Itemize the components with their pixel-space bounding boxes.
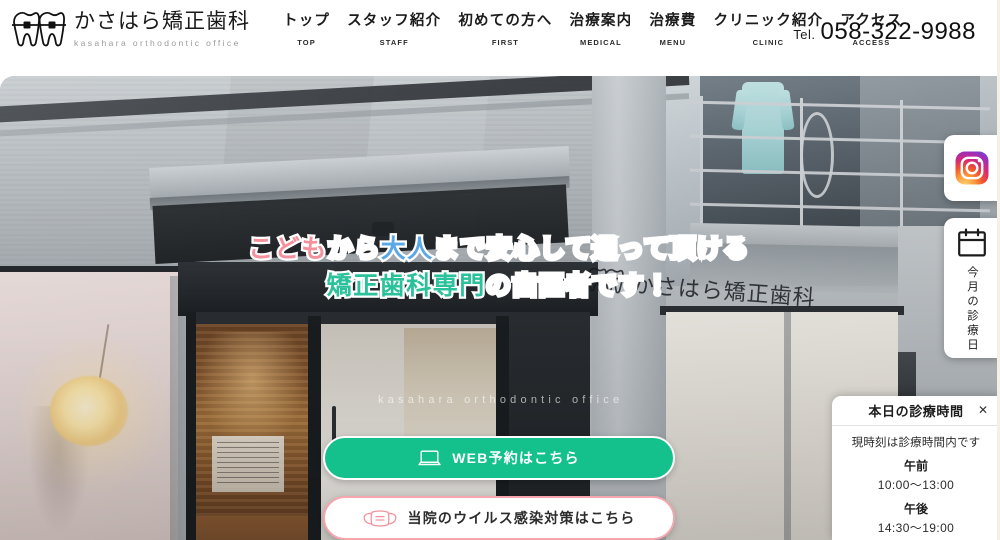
nav-item-medical[interactable]: 治療案内 MEDICAL [570, 12, 633, 47]
site-logo[interactable]: かさはら矯正歯科 kasahara orthodontic office [10, 8, 250, 52]
nav-label-en: MENU [659, 37, 687, 47]
logo-subtitle: kasahara orthodontic office [74, 38, 241, 49]
hero-photo-railing-post [700, 96, 703, 228]
nav-label-ja: スタッフ紹介 [347, 13, 442, 29]
headline-segment: の歯医者です！ [484, 270, 673, 303]
web-reservation-button[interactable]: WEB予約はこちら [323, 436, 675, 480]
nav-label-en: FIRST [491, 37, 519, 47]
today-hours-title: 本日の診療時間 [868, 404, 964, 419]
nav-label-en: CLINIC [752, 37, 785, 47]
instagram-icon [955, 151, 989, 185]
nav-item-staff[interactable]: スタッフ紹介 STAFF [347, 12, 441, 47]
today-hours-body: 現時刻は診療時間内です 午前 10:00〜13:00 午後 14:30〜19:0… [832, 426, 1000, 536]
hero-headline: こどもから大人まで安心して通って頂ける 矯正歯科専門の歯医者です！ [0, 231, 998, 305]
monthly-schedule-label: 今月の診療日 [966, 266, 978, 353]
glass-etched-caption: kasahara orthodontic office [378, 394, 624, 406]
phone-number[interactable]: Tel. 058-322-9988 [793, 18, 976, 46]
site-header: かさはら矯正歯科 kasahara orthodontic office トップ… [0, 0, 1000, 76]
web-reservation-label: WEB予約はこちら [452, 450, 580, 466]
nav-label-ja: トップ [283, 13, 331, 29]
headline-segment: こども [246, 233, 328, 266]
hero-photo-interior-glow [200, 332, 304, 452]
hero-headline-line-2: 矯正歯科専門の歯医者です！ [0, 268, 998, 305]
headline-segment: から [325, 233, 381, 266]
headline-segment: まで安心して通って頂ける [432, 233, 751, 266]
close-icon[interactable]: ✕ [978, 404, 988, 416]
nav-item-top[interactable]: トップ TOP [283, 12, 330, 47]
face-mask-icon [362, 509, 397, 528]
nav-item-menu[interactable]: 治療費 MENU [649, 12, 696, 47]
instagram-widget[interactable] [944, 135, 1000, 201]
laptop-icon [418, 450, 441, 467]
calendar-icon [958, 228, 986, 257]
nav-label-ja: 初めての方へ [458, 13, 553, 29]
two-teeth-braces-icon [12, 11, 66, 47]
nav-item-first[interactable]: 初めての方へ FIRST [458, 12, 552, 47]
page-root: かさはら矯正歯科 kasahara orthodontic office トップ… [0, 0, 1000, 540]
headline-segment: 矯正歯科専門 [324, 270, 486, 303]
nav-label-ja: 治療費 [649, 13, 697, 29]
logo-title: かさはら矯正歯科 [74, 10, 250, 33]
nav-label-en: TOP [297, 37, 316, 47]
today-hours-status: 現時刻は診療時間内です [851, 437, 981, 449]
hours-slot-afternoon-time: 14:30〜19:00 [877, 521, 955, 535]
phone-digits: 058-322-9988 [820, 18, 976, 45]
nav-label-en: STAFF [379, 37, 409, 47]
hours-slot-morning-label: 午前 [903, 459, 928, 473]
hero-headline-line-1: こどもから大人まで安心して通って頂ける [0, 231, 998, 268]
headline-segment: 大人 [378, 233, 434, 266]
monthly-schedule-widget[interactable]: 今月の診療日 [944, 218, 1000, 358]
nav-label-en: MEDICAL [579, 37, 622, 47]
virus-measures-label: 当院のウイルス感染対策はこちら [407, 510, 636, 526]
nav-label-ja: 治療案内 [569, 13, 633, 29]
hero-photo-hanging-laundry [742, 82, 784, 174]
hero-photo-railing-post [900, 100, 903, 236]
phone-label: Tel. [793, 27, 816, 42]
virus-measures-button[interactable]: 当院のウイルス感染対策はこちら [323, 496, 675, 540]
logo-text-block: かさはら矯正歯科 kasahara orthodontic office [74, 8, 250, 48]
hero-photo-ring-detail [800, 112, 834, 198]
today-hours-header: 本日の診療時間 ✕ [832, 396, 1000, 426]
hours-slot-morning-time: 10:00〜13:00 [877, 478, 955, 492]
hours-slot-afternoon-label: 午後 [903, 502, 928, 516]
today-hours-panel: 本日の診療時間 ✕ 現時刻は診療時間内です 午前 10:00〜13:00 午後 … [832, 396, 1000, 540]
